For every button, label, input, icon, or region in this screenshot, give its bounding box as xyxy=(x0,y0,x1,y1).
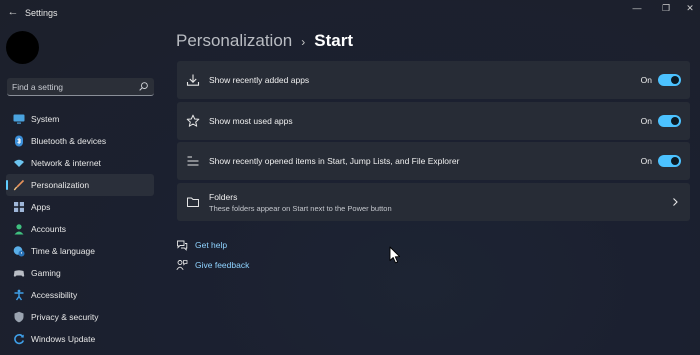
person-icon xyxy=(13,223,25,235)
sidebar-item-label: Accessibility xyxy=(31,290,78,300)
sidebar-item-label: Personalization xyxy=(31,180,90,190)
sidebar-item-accounts[interactable]: Accounts xyxy=(6,218,154,240)
sidebar-item-personalization[interactable]: Personalization xyxy=(6,174,154,196)
download-icon xyxy=(186,74,200,86)
page-title: Start xyxy=(314,31,353,50)
sidebar-item-windows-update[interactable]: Windows Update xyxy=(6,328,154,350)
sidebar-item-apps[interactable]: Apps xyxy=(6,196,154,218)
wifi-icon xyxy=(13,157,25,169)
get-help-label[interactable]: Get help xyxy=(195,240,227,250)
sidebar-nav: System Bluetooth & devices Network & int… xyxy=(6,108,154,350)
title-bar: ← Settings — ❐ ✕ xyxy=(0,0,700,26)
get-help-link[interactable]: Get help xyxy=(176,239,227,251)
search-icon[interactable] xyxy=(138,81,149,92)
toggle-knob xyxy=(671,157,679,165)
close-button[interactable]: ✕ xyxy=(680,1,700,15)
recently-added-toggle[interactable] xyxy=(658,74,681,86)
sidebar-item-label: Windows Update xyxy=(31,334,96,344)
sidebar-item-label: Privacy & security xyxy=(31,312,99,322)
shield-icon xyxy=(13,311,25,323)
sidebar-item-label: Accounts xyxy=(31,224,66,234)
setting-title: Show most used apps xyxy=(209,116,293,126)
sidebar-item-label: Apps xyxy=(31,202,51,212)
help-chat-icon xyxy=(177,240,188,251)
minimize-button[interactable]: — xyxy=(627,1,647,15)
breadcrumb: Personalization › Start xyxy=(176,31,353,51)
search-box[interactable] xyxy=(7,78,154,96)
globe-clock-icon xyxy=(13,245,25,257)
paintbrush-icon xyxy=(13,179,25,191)
selection-indicator xyxy=(6,180,8,190)
setting-title: Show recently opened items in Start, Jum… xyxy=(209,156,460,166)
give-feedback-link[interactable]: Give feedback xyxy=(176,259,249,271)
toggle-knob xyxy=(671,76,679,84)
toggle-state-label: On xyxy=(640,116,652,126)
sidebar-item-privacy-security[interactable]: Privacy & security xyxy=(6,306,154,328)
sidebar-item-label: Time & language xyxy=(31,246,95,256)
breadcrumb-parent-link[interactable]: Personalization xyxy=(176,31,292,51)
toggle-knob xyxy=(671,117,679,125)
mouse-pointer-icon xyxy=(389,246,401,264)
sidebar-item-accessibility[interactable]: Accessibility xyxy=(6,284,154,306)
setting-card-recently-added[interactable]: Show recently added apps On xyxy=(177,61,690,99)
window-title: Settings xyxy=(25,8,58,18)
setting-title: Show recently added apps xyxy=(209,75,310,85)
apps-icon xyxy=(13,201,25,213)
star-icon xyxy=(186,114,200,127)
search-input[interactable] xyxy=(12,81,132,93)
sidebar-item-network[interactable]: Network & internet xyxy=(6,152,154,174)
setting-card-folders[interactable]: Folders These folders appear on Start ne… xyxy=(177,183,690,221)
sidebar-item-system[interactable]: System xyxy=(6,108,154,130)
chevron-right-icon xyxy=(673,198,678,206)
accessibility-icon xyxy=(13,289,25,301)
list-icon xyxy=(187,156,199,166)
sidebar-item-label: Gaming xyxy=(31,268,61,278)
sidebar-item-gaming[interactable]: Gaming xyxy=(6,262,154,284)
setting-card-recently-opened[interactable]: Show recently opened items in Start, Jum… xyxy=(177,142,690,180)
back-arrow-icon[interactable]: ← xyxy=(5,5,21,19)
sidebar-item-time-language[interactable]: Time & language xyxy=(6,240,154,262)
setting-title: Folders xyxy=(209,192,238,202)
sidebar-item-label: Bluetooth & devices xyxy=(31,136,107,146)
maximize-button[interactable]: ❐ xyxy=(656,1,676,15)
feedback-icon xyxy=(176,260,188,271)
sidebar-item-label: System xyxy=(31,114,60,124)
windows-update-icon xyxy=(13,333,25,345)
chevron-right-icon: › xyxy=(301,35,306,49)
avatar[interactable] xyxy=(6,31,39,64)
most-used-toggle[interactable] xyxy=(658,115,681,127)
recently-opened-toggle[interactable] xyxy=(658,155,681,167)
sidebar-item-label: Network & internet xyxy=(31,158,101,168)
toggle-state-label: On xyxy=(640,156,652,166)
toggle-state-label: On xyxy=(640,75,652,85)
give-feedback-label[interactable]: Give feedback xyxy=(195,260,249,270)
gamepad-icon xyxy=(13,267,25,279)
monitor-icon xyxy=(13,113,25,125)
sidebar-item-bluetooth[interactable]: Bluetooth & devices xyxy=(6,130,154,152)
folder-icon xyxy=(187,197,199,207)
setting-card-most-used[interactable]: Show most used apps On xyxy=(177,102,690,140)
setting-description: These folders appear on Start next to th… xyxy=(209,204,392,213)
bluetooth-icon xyxy=(13,135,25,147)
